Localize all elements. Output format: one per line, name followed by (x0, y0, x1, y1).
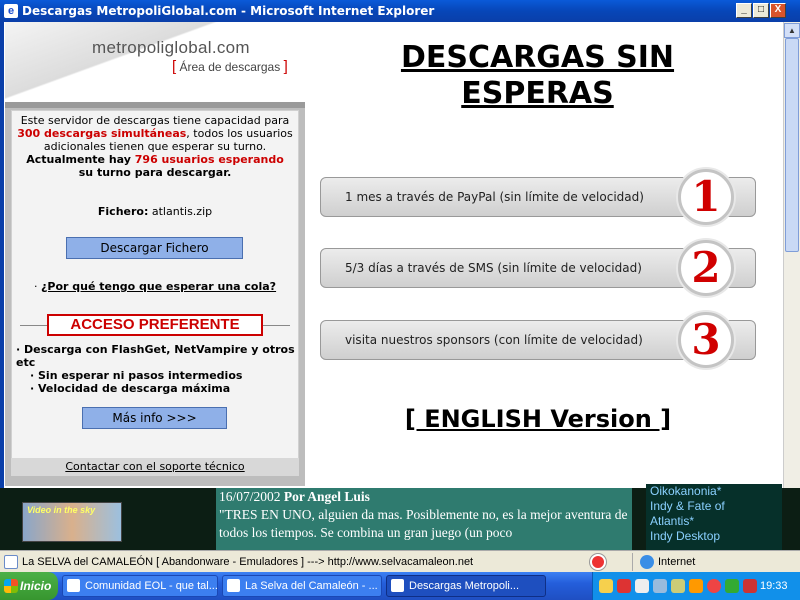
taskbar-item[interactable]: La Selva del Camaleón - ... (222, 575, 382, 597)
preferred-access-banner[interactable]: ACCESO PREFERENTE (47, 314, 263, 336)
waiting-prefix: Actualmente hay (26, 153, 135, 166)
file-name: atlantis.zip (151, 205, 213, 218)
tray-icon[interactable] (653, 579, 667, 593)
number-1-badge: 1 (678, 169, 734, 225)
task-label: Comunidad EOL - que tal... (85, 580, 218, 592)
feature-list: · Descarga con FlashGet, NetVampire y ot… (16, 343, 296, 395)
tray-icon[interactable] (725, 579, 739, 593)
page-icon (4, 555, 18, 569)
why-wait-link[interactable]: ¿Por qué tengo que esperar una cola? (41, 280, 276, 293)
feature-item: · Velocidad de descarga máxima (30, 382, 231, 395)
status-bar: La SELVA del CAMALEÓN [ Abandonware - Em… (0, 550, 800, 572)
waiting-highlight: 796 usuarios esperando (134, 153, 284, 166)
minimize-button[interactable]: _ (736, 3, 752, 18)
intro-text-1: Este servidor de descargas tiene capacid… (20, 114, 290, 127)
close-button[interactable]: X (770, 3, 786, 18)
file-label: Fichero: (97, 205, 149, 218)
windows-logo-icon (4, 579, 18, 593)
start-button[interactable]: Inicio (0, 572, 58, 600)
taskbar-item[interactable]: Comunidad EOL - que tal... (62, 575, 218, 597)
status-text: La SELVA del CAMALEÓN [ Abandonware - Em… (22, 556, 474, 568)
number-3-badge: 3 (678, 312, 734, 368)
logo-part-3: .com (211, 38, 250, 57)
scroll-up-arrow-icon[interactable]: ▲ (784, 23, 800, 38)
logo-part-2: global (164, 38, 212, 57)
maximize-button[interactable]: □ (753, 3, 769, 18)
start-label: Inicio (20, 579, 52, 593)
subtitle-text: Área de descargas (176, 60, 284, 74)
games-list: Oikokanonia* Indy & Fate of Atlantis* In… (646, 484, 782, 550)
bracket-close: ] (283, 58, 288, 75)
site-logo[interactable]: metropoliglobal.com (92, 38, 250, 58)
news-author: Por Angel Luis (283, 489, 370, 504)
popup-blocked-icon[interactable] (590, 554, 606, 570)
capacity-text: Este servidor de descargas tiene capacid… (11, 114, 299, 179)
tray-icon[interactable] (599, 579, 613, 593)
tray-icon[interactable] (671, 579, 685, 593)
zone-text: Internet (658, 556, 696, 568)
page-title: DESCARGAS SIN ESPERAS (400, 40, 675, 111)
logo-part-1: metropoli (92, 38, 165, 57)
waiting-suffix: su turno para descargar. (78, 166, 232, 179)
number-2-badge: 2 (678, 240, 734, 296)
ie-icon: e (4, 4, 18, 18)
banner-image[interactable]: Video in the sky (22, 502, 122, 542)
ie-icon (227, 579, 240, 592)
tray-icon[interactable] (689, 579, 703, 593)
taskbar-item-active[interactable]: Descargas Metropoli... (386, 575, 546, 597)
why-wait-line: · ¿Por qué tengo que esperar una cola? (34, 280, 277, 293)
support-link[interactable]: Contactar con el soporte técnico (11, 458, 299, 476)
english-version-link[interactable]: [ ENGLISH Version ] (400, 405, 676, 433)
clock[interactable]: 19:33 (760, 572, 788, 600)
globe-icon (640, 555, 654, 569)
ie-icon (391, 579, 404, 592)
game-link[interactable]: Atlantis* (650, 514, 782, 529)
ie-icon (67, 579, 80, 592)
game-link[interactable]: Indy Desktop (650, 529, 782, 544)
news-text-block: 16/07/2002 Por Angel Luis "TRES EN UNO, … (216, 488, 632, 550)
download-file-button[interactable]: Descargar Fichero (66, 237, 243, 259)
tray-icon[interactable] (635, 579, 649, 593)
tray-icon[interactable] (707, 579, 721, 593)
capacity-highlight: 300 descargas simultáneas (17, 127, 187, 140)
game-link[interactable]: Oikokanonia* (650, 484, 782, 499)
tray-icon[interactable] (617, 579, 631, 593)
news-text: "TRES EN UNO, alguien da mas. Posiblemen… (219, 507, 628, 540)
game-link[interactable]: Indy & Fate of (650, 499, 782, 514)
window-title-bar[interactable]: Descargas MetropoliGlobal.com - Microsof… (0, 0, 800, 22)
tray-icon[interactable] (743, 579, 757, 593)
more-info-button[interactable]: Más info >>> (82, 407, 227, 429)
task-label: La Selva del Camaleón - ... (245, 580, 378, 592)
window-title: Descargas MetropoliGlobal.com - Microsof… (22, 4, 435, 18)
scroll-thumb[interactable] (785, 38, 799, 252)
status-divider (632, 553, 633, 571)
logo-subtitle: [ Área de descargas ] (172, 58, 288, 75)
feature-item: · Sin esperar ni pasos intermedios (30, 369, 243, 382)
task-label: Descargas Metropoli... (409, 580, 520, 592)
file-line: Fichero: atlantis.zip (11, 205, 299, 218)
news-date: 16/07/2002 (219, 489, 281, 504)
feature-item: · Descarga con FlashGet, NetVampire y ot… (16, 343, 295, 369)
